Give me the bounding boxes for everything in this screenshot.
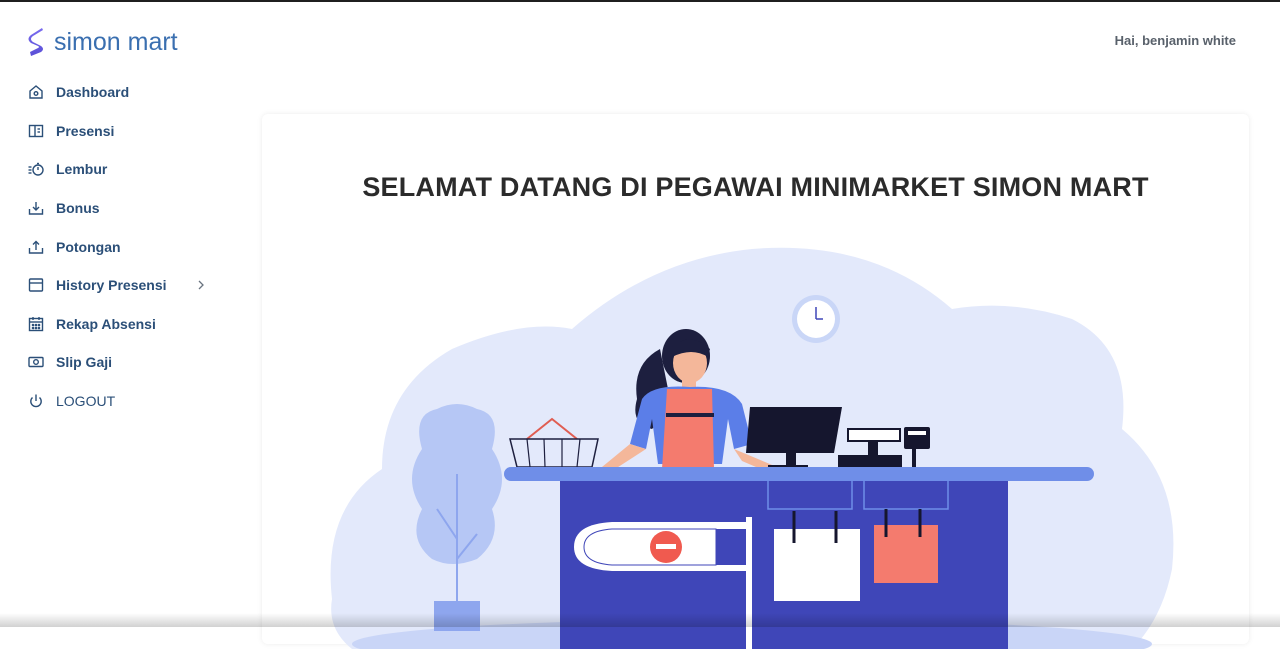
- sidebar-item-potongan[interactable]: Potongan: [26, 227, 226, 266]
- sidebar-item-label: History Presensi: [56, 277, 167, 294]
- sidebar-item-label: Slip Gaji: [56, 354, 113, 371]
- download-icon: [26, 198, 46, 218]
- page-title: SELAMAT DATANG DI PEGAWAI MINIMARKET SIM…: [362, 172, 1149, 202]
- brand-logo[interactable]: simon mart: [26, 27, 178, 57]
- home-icon: [26, 82, 46, 102]
- calendar-icon: [26, 314, 46, 334]
- brand-name: simon mart: [54, 27, 178, 56]
- sidebar-item-label: Bonus: [56, 200, 100, 217]
- sidebar-item-dashboard[interactable]: Dashboard: [26, 73, 226, 112]
- power-icon: [26, 391, 46, 411]
- sidebar-menu: Dashboard Presensi Lembur Bonus Potongan: [26, 73, 226, 420]
- sidebar-item-label: Presensi: [56, 122, 115, 139]
- sidebar-item-label: Lembur: [56, 161, 108, 178]
- window-bottom-shadow: [0, 613, 1280, 627]
- sidebar-item-label: Potongan: [56, 238, 121, 255]
- sidebar-item-label: Rekap Absensi: [56, 315, 156, 332]
- welcome-card: SELAMAT DATANG DI PEGAWAI MINIMARKET SIM…: [262, 114, 1249, 649]
- sidebar-item-presensi[interactable]: Presensi: [26, 112, 226, 151]
- logo-s-icon: [28, 28, 43, 56]
- window-icon: [26, 275, 46, 295]
- stopwatch-icon: [26, 159, 46, 179]
- money-icon: [26, 352, 46, 372]
- sidebar-item-slip-gaji[interactable]: Slip Gaji: [26, 343, 226, 382]
- sidebar-item-bonus[interactable]: Bonus: [26, 189, 226, 228]
- sidebar-item-history-presensi[interactable]: History Presensi: [26, 266, 226, 305]
- sidebar-item-rekap-absensi[interactable]: Rekap Absensi: [26, 305, 226, 344]
- wall-clock-icon: [792, 295, 840, 343]
- sidebar-item-label: Dashboard: [56, 84, 130, 101]
- sidebar: simon mart Dashboard Presensi Lembur Bon…: [0, 0, 240, 627]
- sidebar-item-label: LOGOUT: [56, 393, 116, 410]
- book-icon: [26, 121, 46, 141]
- upload-icon: [26, 237, 46, 257]
- sidebar-item-logout[interactable]: LOGOUT: [26, 382, 226, 421]
- user-greeting[interactable]: Hai, benjamin white: [1115, 33, 1236, 48]
- cashier-illustration: [330, 247, 1174, 649]
- sidebar-item-lembur[interactable]: Lembur: [26, 150, 226, 189]
- chevron-right-icon[interactable]: [196, 278, 206, 292]
